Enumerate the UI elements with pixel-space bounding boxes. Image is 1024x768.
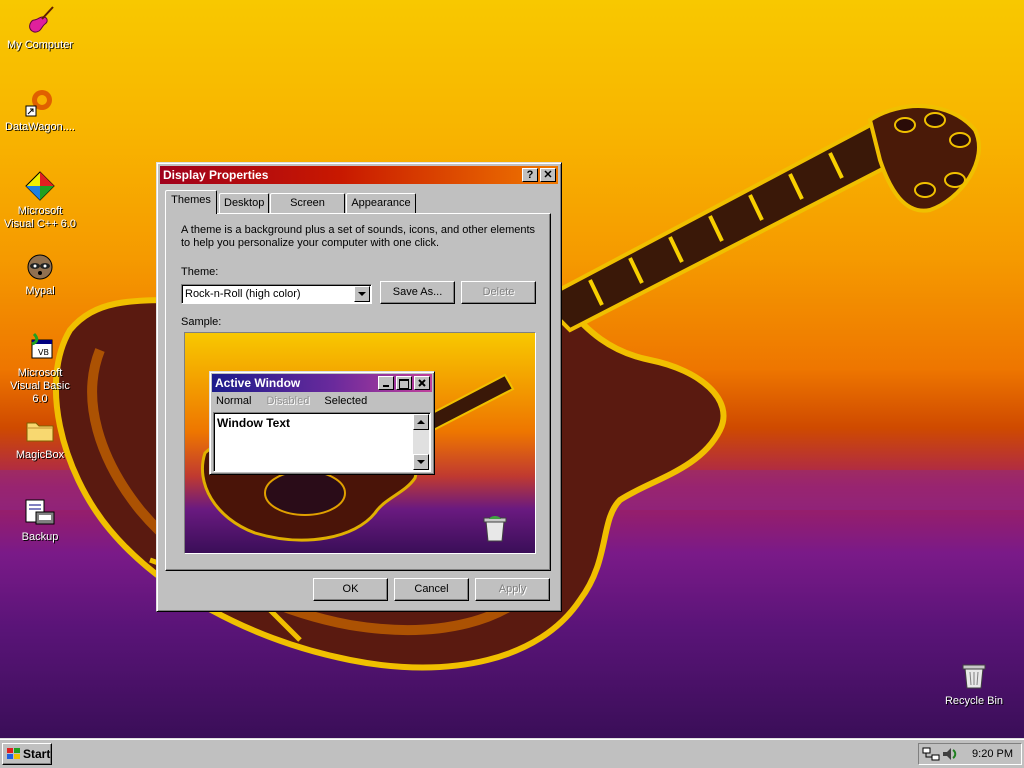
sample-label: Sample: <box>181 316 222 328</box>
sample-title-bar: Active Window <box>212 374 432 392</box>
desktop-icon-label: Microsoft Visual C++ 6.0 <box>4 205 76 230</box>
visual-basic-icon: VB <box>31 332 53 359</box>
desktop-icon-label: Mypal <box>25 285 55 297</box>
theme-description: A theme is a background plus a set of so… <box>181 224 536 249</box>
theme-select[interactable]: Rock-n-Roll (high color) <box>181 284 372 304</box>
desktop-icon-backup[interactable]: Backup <box>2 496 78 544</box>
maximize-icon <box>399 379 409 389</box>
raccoon-icon <box>27 254 53 280</box>
network-icon[interactable] <box>922 746 940 762</box>
tab-label: Desktop <box>224 197 265 209</box>
themes-panel: A theme is a background plus a set of so… <box>165 213 551 571</box>
chevron-up-icon <box>417 420 425 424</box>
display-properties-dialog: Display Properties ? ✕ Themes Desktop Sc… <box>156 162 562 612</box>
close-button[interactable]: ✕ <box>540 168 556 182</box>
cancel-button[interactable]: Cancel <box>394 578 469 601</box>
system-tray: 9:20 PM <box>918 743 1022 765</box>
ok-label: OK <box>342 583 359 595</box>
sample-close-button <box>414 376 430 390</box>
shortcut-icon <box>25 90 52 117</box>
theme-select-value: Rock-n-Roll (high color) <box>185 288 301 300</box>
chevron-down-icon <box>417 460 425 464</box>
sample-menu-normal: Normal <box>216 395 252 407</box>
desktop: My Computer DataWagon.... Microsoft Visu… <box>0 0 1024 738</box>
guitar-icon <box>29 6 54 33</box>
sample-recycle-bin-icon <box>483 516 507 542</box>
desktop-icon-my-computer[interactable]: My Computer <box>2 4 78 52</box>
apply-button[interactable]: Apply <box>475 578 550 601</box>
folder-icon <box>26 422 54 442</box>
desktop-icon-label: Recycle Bin <box>944 695 1004 707</box>
volume-icon[interactable] <box>941 746 959 762</box>
dialog-title: Display Properties <box>163 168 269 182</box>
desktop-icon-visual-basic[interactable]: VB Microsoft Visual Basic 6.0 <box>2 332 78 406</box>
scroll-up-button <box>413 414 429 430</box>
theme-label: Theme: <box>181 266 219 278</box>
sample-menu-selected: Selected <box>324 395 368 407</box>
sample-maximize-button <box>396 376 412 390</box>
sample-menu-disabled: Disabled <box>266 395 310 407</box>
windows-logo-icon <box>7 748 20 759</box>
tab-appearance[interactable]: Appearance <box>346 193 416 213</box>
desktop-icon-datawagon[interactable]: DataWagon.... <box>2 86 78 134</box>
start-label: Start <box>23 747 51 761</box>
help-button[interactable]: ? <box>522 168 538 182</box>
desktop-icon-recycle-bin[interactable]: Recycle Bin <box>936 660 1012 708</box>
scroll-down-button <box>413 454 429 470</box>
sample-menu-bar: Normal Disabled Selected <box>216 395 367 408</box>
sample-minimize-button <box>378 376 394 390</box>
desktop-icon-visual-cpp[interactable]: Microsoft Visual C++ 6.0 <box>2 170 78 231</box>
sample-active-window: Active Window Normal Disabled Selected W… <box>209 371 435 475</box>
desktop-icon-label: MagicBox <box>15 449 65 461</box>
tab-label: Appearance <box>351 197 411 209</box>
close-icon: ✕ <box>543 169 553 181</box>
recycle-bin-icon <box>962 664 986 689</box>
tab-desktop[interactable]: Desktop <box>219 193 269 213</box>
tab-themes[interactable]: Themes <box>165 190 217 214</box>
desktop-icon-label: Backup <box>21 531 59 543</box>
ok-button[interactable]: OK <box>313 578 388 601</box>
dialog-title-bar[interactable]: Display Properties ? ✕ <box>160 166 558 184</box>
apply-label: Apply <box>498 583 527 595</box>
desktop-icon-magicbox[interactable]: MagicBox <box>2 414 78 462</box>
desktop-icon-label: Microsoft Visual Basic 6.0 <box>10 367 70 405</box>
sample-text-area: Window Text <box>213 412 431 472</box>
desktop-icon-mypal[interactable]: Mypal <box>2 250 78 298</box>
help-icon: ? <box>526 169 534 181</box>
desktop-icon-label: My Computer <box>6 39 74 51</box>
svg-text:VB: VB <box>38 348 49 357</box>
clock[interactable]: 9:20 PM <box>972 744 1013 764</box>
start-button[interactable]: Start <box>2 743 52 765</box>
save-as-label: Save As... <box>392 286 443 298</box>
sample-window-title: Active Window <box>215 376 301 390</box>
cancel-label: Cancel <box>414 583 449 595</box>
chevron-down-icon <box>358 292 366 296</box>
theme-sample-preview: Active Window Normal Disabled Selected W… <box>184 332 536 554</box>
tab-label: Themes <box>171 194 211 206</box>
delete-button[interactable]: Delete <box>461 281 536 304</box>
visual-cpp-icon <box>25 171 55 201</box>
desktop-icon-label: DataWagon.... <box>5 121 75 133</box>
close-icon <box>418 379 426 387</box>
minimize-icon <box>383 385 389 387</box>
theme-select-dropdown-button[interactable] <box>354 286 370 302</box>
sample-scrollbar <box>413 414 429 470</box>
tab-screen-saver[interactable]: Screen Saver <box>270 193 345 227</box>
save-as-button[interactable]: Save As... <box>380 281 455 304</box>
backup-icon <box>25 499 55 525</box>
delete-label: Delete <box>482 286 515 298</box>
taskbar: Start 9:20 PM <box>0 738 1024 768</box>
sample-window-text: Window Text <box>217 416 290 430</box>
